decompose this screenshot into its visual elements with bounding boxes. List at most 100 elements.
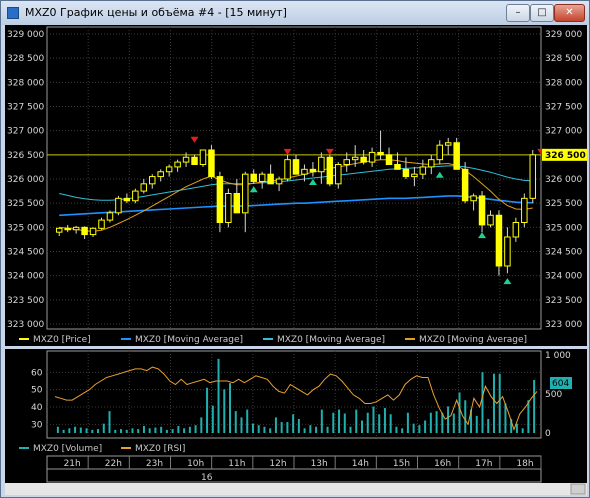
volume-bar[interactable] [280,422,283,433]
candle-body[interactable] [377,151,384,156]
candle-body[interactable] [242,173,249,214]
volume-bar[interactable] [378,414,381,433]
candle-body[interactable] [148,176,156,185]
candle-body[interactable] [301,168,308,175]
volume-bar[interactable] [206,387,209,433]
candle-body[interactable] [368,151,376,163]
candle-body[interactable] [529,154,537,199]
candle-body[interactable] [199,149,207,165]
candle-body[interactable] [436,144,444,161]
volume-bars[interactable] [56,358,536,434]
volume-bar[interactable] [274,417,277,433]
volume-bar[interactable] [435,411,438,433]
legend-price[interactable]: MXZ0 [Price] [33,335,91,345]
legend-ma1[interactable]: MXZ0 [Moving Average] [135,335,243,345]
volume-bar[interactable] [418,425,421,433]
volume-bar[interactable] [297,418,300,433]
candle-body[interactable] [267,173,274,185]
volume-bar[interactable] [332,412,335,433]
scrollbar-thumb[interactable] [570,483,586,495]
candle-body[interactable] [284,159,291,180]
volume-bar[interactable] [142,425,145,433]
candle-body[interactable] [106,212,114,221]
volume-bar[interactable] [429,412,432,433]
candle-body[interactable] [521,197,528,223]
volume-bar[interactable] [148,428,151,433]
legend-rsi[interactable]: MXZ0 [RSI] [135,444,185,454]
volume-bar[interactable] [183,428,186,433]
volume-bar[interactable] [125,429,128,433]
candle-body[interactable] [275,178,283,185]
volume-bar[interactable] [452,413,455,434]
candle-body[interactable] [360,156,367,163]
volume-bar[interactable] [458,392,461,433]
candle-body[interactable] [444,142,452,146]
candle-body[interactable] [123,197,131,202]
volume-bar[interactable] [229,383,232,433]
candle-body[interactable] [504,236,511,267]
horizontal-scrollbar[interactable] [5,483,587,495]
candle-body[interactable] [428,159,435,168]
candle-body[interactable] [89,227,97,236]
volume-bar[interactable] [303,428,306,433]
volume-bar[interactable] [412,423,415,433]
volume-bar[interactable] [286,422,289,433]
candle-body[interactable] [55,227,63,233]
volume-bar[interactable] [97,429,100,433]
volume-bar[interactable] [533,379,536,433]
candle-body[interactable] [182,156,190,163]
legend-ma3[interactable]: MXZ0 [Moving Average] [419,335,527,345]
volume-bar[interactable] [492,373,495,433]
volume-bar[interactable] [171,429,174,433]
volume-bar[interactable] [263,426,266,433]
volume-bar[interactable] [131,428,134,433]
minimize-button[interactable]: – [506,4,530,22]
candle-body[interactable] [394,164,401,170]
chart-canvas[interactable]: 329 000 328 500 328 000 327 500 327 000 326 5… [5,25,587,495]
volume-bar[interactable] [521,428,524,433]
volume-bar[interactable] [160,426,163,433]
volume-bar[interactable] [240,417,243,433]
volume-bar[interactable] [74,426,77,433]
candle-body[interactable] [72,226,80,231]
legend-ma2[interactable]: MXZ0 [Moving Average] [277,335,385,345]
candle-body[interactable] [326,156,334,185]
volume-bar[interactable] [475,415,478,433]
volume-bar[interactable] [315,426,318,433]
candle-body[interactable] [478,195,486,226]
volume-bar[interactable] [108,411,111,433]
candle-body[interactable] [470,195,477,202]
candle-body[interactable] [81,226,88,236]
candle-body[interactable] [233,193,241,214]
volume-bar[interactable] [401,428,404,433]
volume-bar[interactable] [424,420,427,433]
legend-volume[interactable]: MXZ0 [Volume] [33,444,102,454]
candle-body[interactable] [343,159,350,166]
volume-bar[interactable] [200,417,203,433]
candle-body[interactable] [208,149,215,178]
volume-bar[interactable] [102,423,105,433]
candle-body[interactable] [318,156,325,173]
volume-bar[interactable] [85,428,88,433]
volume-bar[interactable] [515,423,518,433]
panel-splitter[interactable] [5,346,587,349]
candle-body[interactable] [309,168,317,173]
candle-body[interactable] [115,197,122,214]
volume-bar[interactable] [251,423,254,433]
volume-bar[interactable] [62,429,65,433]
volume-bar[interactable] [464,400,467,433]
volume-bar[interactable] [234,411,237,433]
volume-bar[interactable] [177,425,180,433]
candle-body[interactable] [351,156,359,161]
volume-bar[interactable] [154,427,157,433]
title-bar[interactable]: MXZ0 График цены и объёма #4 - [15 минут… [1,1,589,25]
candle-body[interactable] [461,168,469,202]
volume-bar[interactable] [487,418,490,433]
candle-body[interactable] [140,183,148,192]
volume-bar[interactable] [481,372,484,433]
volume-bar[interactable] [165,429,168,433]
candle-body[interactable] [335,164,342,185]
volume-bar[interactable] [406,412,409,433]
candle-body[interactable] [453,142,460,170]
volume-bar[interactable] [349,426,352,433]
